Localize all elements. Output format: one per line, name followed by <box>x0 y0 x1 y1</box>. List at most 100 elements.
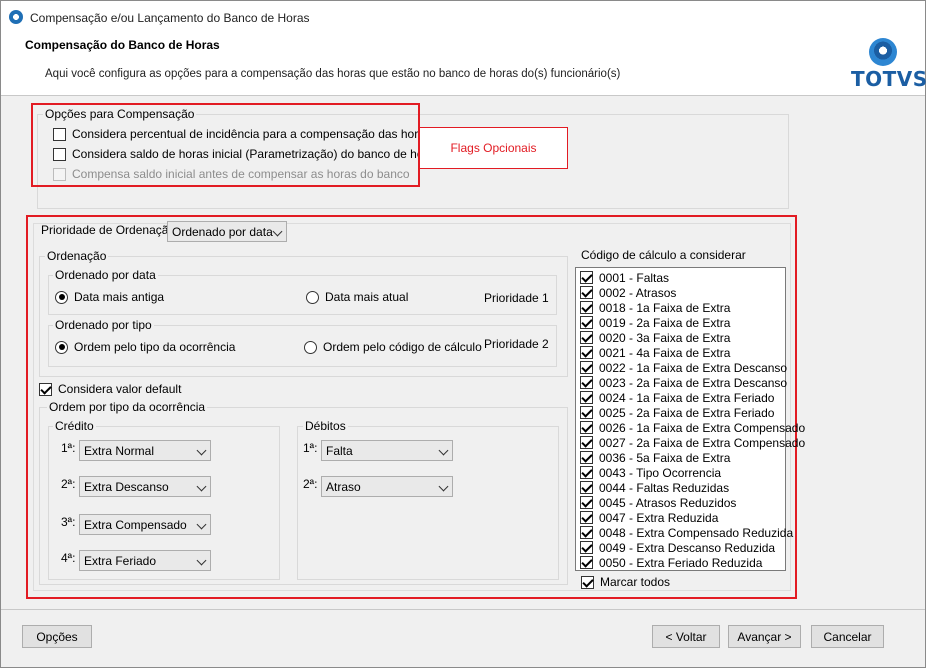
debit-select-2[interactable]: Atraso <box>321 476 453 497</box>
credit-select-3[interactable]: Extra Compensado <box>79 514 211 535</box>
title-bar[interactable]: Compensação e/ou Lançamento do Banco de … <box>1 1 925 33</box>
calc-code-label: 0001 - Faltas <box>599 270 670 285</box>
priority-select[interactable]: Ordenado por data <box>167 221 287 242</box>
calc-code-item[interactable]: 0043 - Tipo Ocorrencia <box>580 465 785 480</box>
calc-code-item[interactable]: 0001 - Faltas <box>580 270 785 285</box>
checkbox-box[interactable] <box>580 391 593 404</box>
calc-code-item[interactable]: 0002 - Atrasos <box>580 285 785 300</box>
checkbox-box[interactable] <box>580 301 593 314</box>
checkbox-box[interactable] <box>581 575 594 589</box>
oldest-date-radio[interactable]: Data mais antiga <box>55 290 164 304</box>
checkbox-box[interactable] <box>580 271 593 284</box>
credit-select-1[interactable]: Extra Normal <box>79 440 211 461</box>
newest-date-radio[interactable]: Data mais atual <box>306 290 408 304</box>
radio-dot[interactable] <box>304 340 317 354</box>
credit-select-2[interactable]: Extra Descanso <box>79 476 211 497</box>
initial-balance-checkbox[interactable]: Considera saldo de horas inicial (Parame… <box>53 147 440 161</box>
options-group-label: Opções para Compensação <box>43 107 197 121</box>
credit-select-4[interactable]: Extra Feriado <box>79 550 211 571</box>
debit-prefix-2: 2ª: <box>303 477 318 491</box>
checkbox-box[interactable] <box>580 286 593 299</box>
checkbox-box[interactable] <box>580 421 593 434</box>
calc-code-label: 0047 - Extra Reduzida <box>599 510 719 525</box>
radio-dot[interactable] <box>55 340 68 354</box>
back-button[interactable]: < Voltar <box>652 625 720 648</box>
calc-code-item[interactable]: 0048 - Extra Compensado Reduzida <box>580 525 793 540</box>
calc-code-item[interactable]: 0050 - Extra Feriado Reduzida <box>580 555 785 570</box>
calc-code-label: 0043 - Tipo Ocorrencia <box>599 465 722 480</box>
cancel-button[interactable]: Cancelar <box>811 625 884 648</box>
checkbox-box[interactable] <box>580 481 593 494</box>
checkbox-box[interactable] <box>580 451 593 464</box>
checkbox-box[interactable] <box>53 147 66 161</box>
totvs-logo-text: TOTVS <box>851 67 926 91</box>
calc-code-item[interactable]: 0024 - 1a Faixa de Extra Feriado <box>580 390 785 405</box>
calc-code-label: 0049 - Extra Descanso Reduzida <box>599 540 776 555</box>
calc-code-item[interactable]: 0026 - 1a Faixa de Extra Compensado <box>580 420 805 435</box>
calc-code-item[interactable]: 0021 - 4a Faixa de Extra <box>580 345 785 360</box>
checkbox-box[interactable] <box>580 376 593 389</box>
page-title: Compensação do Banco de Horas <box>25 38 220 52</box>
occurrence-type-radio[interactable]: Ordem pelo tipo da ocorrência <box>55 340 235 354</box>
calc-code-radio[interactable]: Ordem pelo código de cálculo <box>304 340 482 354</box>
checkbox-box[interactable] <box>580 316 593 329</box>
calc-code-item[interactable]: 0023 - 2a Faixa de Extra Descanso <box>580 375 787 390</box>
by-type-group-label: Ordenado por tipo <box>53 318 154 332</box>
checkbox-box[interactable] <box>580 526 593 539</box>
checkbox-box[interactable] <box>580 346 593 359</box>
calc-code-item[interactable]: 0047 - Extra Reduzida <box>580 510 785 525</box>
checkbox-box[interactable] <box>580 466 593 479</box>
calc-codes-list[interactable]: 0001 - Faltas 0002 - Atrasos 0018 - 1a Fai… <box>575 267 805 571</box>
chevron-down-icon <box>438 481 449 492</box>
checkbox-box[interactable] <box>580 496 593 509</box>
radio-label: Data mais antiga <box>74 290 165 304</box>
radio-label: Ordem pelo tipo da ocorrência <box>74 340 236 354</box>
window-title: Compensação e/ou Lançamento do Banco de … <box>30 11 310 25</box>
radio-dot[interactable] <box>306 290 319 304</box>
calc-code-item[interactable]: 0022 - 1a Faixa de Extra Descanso <box>580 360 788 375</box>
calc-code-item[interactable]: 0025 - 2a Faixa de Extra Feriado <box>580 405 785 420</box>
checkbox-box[interactable] <box>580 556 593 569</box>
checkbox-box[interactable] <box>39 382 52 396</box>
checkbox-label: Considera percentual de incidência para … <box>72 127 431 141</box>
checkbox-box[interactable] <box>580 436 593 449</box>
select-all-checkbox[interactable]: Marcar todos <box>581 575 670 589</box>
checkbox-box[interactable] <box>580 541 593 554</box>
calc-code-item[interactable]: 0027 - 2a Faixa de Extra Compensado <box>580 435 805 450</box>
checkbox-box[interactable] <box>580 406 593 419</box>
default-value-checkbox[interactable]: Considera valor default <box>39 382 181 396</box>
calc-code-item[interactable]: 0018 - 1a Faixa de Extra <box>580 300 785 315</box>
percent-incidence-checkbox[interactable]: Considera percentual de incidência para … <box>53 127 431 141</box>
occurrence-order-group-label: Ordem por tipo da ocorrência <box>47 400 208 414</box>
debit-prefix-1: 1ª: <box>303 441 318 455</box>
checkbox-box[interactable] <box>580 361 593 374</box>
chevron-down-icon <box>272 226 283 237</box>
calc-code-label: 0026 - 1a Faixa de Extra Compensado <box>599 420 806 435</box>
calc-code-item[interactable]: 0036 - 5a Faixa de Extra <box>580 450 785 465</box>
checkbox-box[interactable] <box>580 511 593 524</box>
checkbox-box[interactable] <box>53 127 66 141</box>
priority-select-value: Ordenado por data <box>172 224 273 239</box>
chevron-down-icon <box>196 481 207 492</box>
radio-label: Data mais atual <box>325 290 409 304</box>
calc-code-item[interactable]: 0044 - Faltas Reduzidas <box>580 480 785 495</box>
calc-code-label: 0022 - 1a Faixa de Extra Descanso <box>599 360 788 375</box>
credit-group-label: Crédito <box>53 419 96 433</box>
calc-code-item[interactable]: 0020 - 3a Faixa de Extra <box>580 330 785 345</box>
credit-prefix-4: 4ª: <box>61 551 76 565</box>
calc-code-label: 0024 - 1a Faixa de Extra Feriado <box>599 390 775 405</box>
calc-code-item[interactable]: 0045 - Atrasos Reduzidos <box>580 495 785 510</box>
radio-dot[interactable] <box>55 290 68 304</box>
next-button[interactable]: Avançar > <box>728 625 801 648</box>
by-date-priority: Prioridade 1 <box>484 291 549 305</box>
totvs-logo-icon <box>869 38 897 66</box>
radio-label: Ordem pelo código de cálculo <box>323 340 482 354</box>
options-button[interactable]: Opções <box>22 625 92 648</box>
debit-select-1[interactable]: Falta <box>321 440 453 461</box>
calc-code-item[interactable]: 0019 - 2a Faixa de Extra <box>580 315 785 330</box>
calc-code-item[interactable]: 0049 - Extra Descanso Reduzida <box>580 540 785 555</box>
chevron-down-icon <box>438 445 449 456</box>
select-value: Extra Normal <box>84 443 155 458</box>
calc-code-label: 0045 - Atrasos Reduzidos <box>599 495 737 510</box>
checkbox-box[interactable] <box>580 331 593 344</box>
